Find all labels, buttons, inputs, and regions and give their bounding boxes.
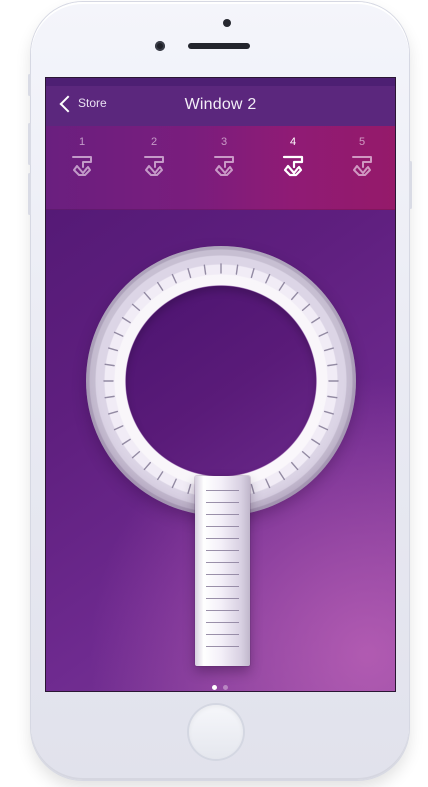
- slider-grip-line: [206, 490, 239, 491]
- tab-number: 2: [150, 136, 158, 148]
- slider-grip-line: [206, 502, 239, 503]
- dial-tick: [131, 303, 141, 311]
- app-screen: Store Window 2 1 2 3 4 5: [45, 77, 396, 692]
- dial-tick: [278, 471, 285, 481]
- dial-tick: [157, 471, 164, 481]
- hand-shade-icon: [214, 156, 234, 176]
- dial-tick: [187, 483, 192, 494]
- dial-tick: [323, 410, 334, 415]
- tab-number: 1: [78, 136, 86, 148]
- dial-tick: [121, 317, 131, 324]
- dial-tick: [108, 410, 119, 415]
- slider-grip-line: [206, 610, 239, 611]
- slider-grip-line: [206, 622, 239, 623]
- dial-tick: [301, 451, 311, 459]
- dial-tick: [327, 395, 338, 399]
- slider-grip-line: [206, 574, 239, 575]
- phone-side-button: [28, 74, 31, 96]
- page-title: Window 2: [184, 96, 257, 113]
- hand-shade-icon: [352, 156, 372, 176]
- top-navigation-bar: Store Window 2: [46, 86, 395, 126]
- page-dot: [223, 685, 228, 690]
- tab-1[interactable]: 1: [62, 136, 102, 194]
- slider-grip-line: [206, 586, 239, 587]
- dial-tick: [250, 268, 255, 279]
- slider-grip-line: [206, 598, 239, 599]
- dial-tick: [203, 264, 207, 275]
- dial-tick: [187, 268, 192, 279]
- page-dot-active: [212, 685, 217, 690]
- dial-tick: [113, 331, 124, 337]
- dial-tick: [311, 317, 321, 324]
- status-strip: [46, 78, 395, 86]
- tab-5[interactable]: 5: [342, 136, 382, 194]
- tab-2[interactable]: 2: [134, 136, 174, 194]
- dial-tick: [157, 281, 164, 291]
- dial-tick: [171, 273, 177, 284]
- slider-grip-line: [206, 646, 239, 647]
- dial-tick: [291, 461, 299, 471]
- tab-number: 3: [220, 136, 228, 148]
- shade-slider[interactable]: [195, 476, 250, 666]
- slider-grip-line: [206, 550, 239, 551]
- tab-4[interactable]: 4: [273, 136, 313, 194]
- dial-tick: [108, 347, 119, 352]
- hand-shade-icon: [282, 155, 304, 177]
- dial-tick: [250, 483, 255, 494]
- front-speaker-dot: [223, 19, 231, 27]
- slider-grip-lines: [206, 490, 239, 650]
- dial-tick: [278, 281, 285, 291]
- shade-tabs: 1 2 3 4 5: [46, 126, 395, 210]
- earpiece: [188, 43, 250, 49]
- tab-number: 5: [358, 136, 366, 148]
- slider-grip-line: [206, 634, 239, 635]
- dial-tick: [143, 291, 151, 301]
- phone-side-button: [28, 123, 31, 165]
- phone-side-button: [28, 173, 31, 215]
- page-indicator: [212, 685, 228, 690]
- slider-grip-line: [206, 538, 239, 539]
- control-area: [46, 210, 395, 691]
- dial-tick: [318, 331, 329, 337]
- dial-tick: [327, 363, 338, 367]
- slider-grip-line: [206, 562, 239, 563]
- dial-tick: [291, 291, 299, 301]
- dial-tick: [113, 425, 124, 431]
- dial-tick: [143, 461, 151, 471]
- phone-side-button: [409, 161, 412, 209]
- dial-tick: [311, 438, 321, 445]
- dial-tick: [171, 478, 177, 489]
- tab-number: 4: [289, 136, 297, 148]
- dial-tick: [323, 347, 334, 352]
- slider-grip-line: [206, 514, 239, 515]
- dial-tick: [265, 478, 271, 489]
- dial-tick: [104, 363, 115, 367]
- front-camera: [155, 41, 165, 51]
- dial-tick: [301, 303, 311, 311]
- dial-tick: [318, 425, 329, 431]
- dial-tick: [235, 264, 239, 275]
- dial-tick: [121, 438, 131, 445]
- phone-frame: Store Window 2 1 2 3 4 5: [28, 2, 412, 780]
- hand-shade-icon: [144, 156, 164, 176]
- hand-shade-icon: [72, 156, 92, 176]
- slider-grip-line: [206, 526, 239, 527]
- tab-3[interactable]: 3: [204, 136, 244, 194]
- home-button[interactable]: [189, 705, 243, 759]
- dial-tick: [104, 395, 115, 399]
- dial-tick: [131, 451, 141, 459]
- dial-tick: [265, 273, 271, 284]
